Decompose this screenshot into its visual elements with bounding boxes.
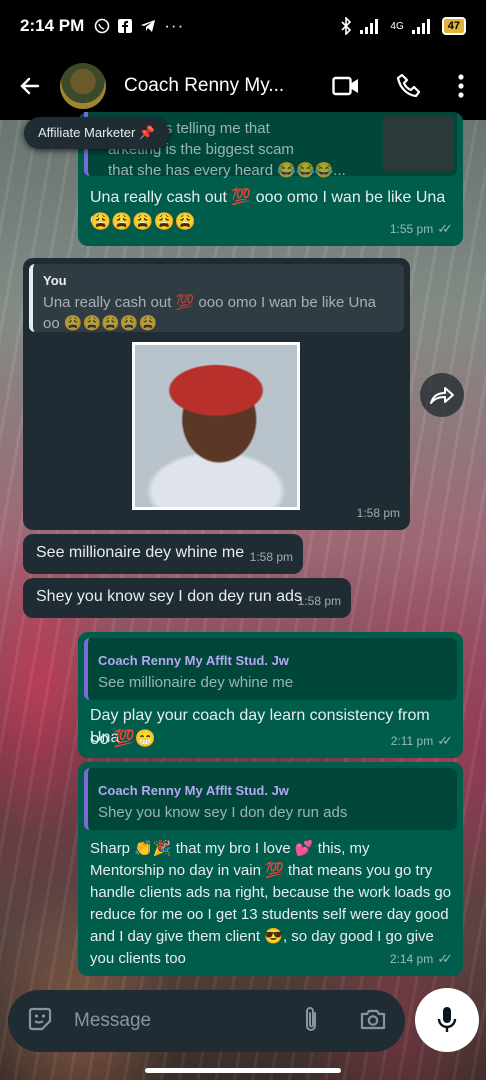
home-indicator[interactable] (145, 1068, 341, 1073)
message-text: Shey you know sey I don dey run ads (36, 588, 302, 605)
message-emoji: 😩😩😩😩😩 (90, 212, 196, 231)
message-meta: 2:14 pm ✓✓ (390, 948, 453, 970)
quoted-text-line: Una really cash out 💯 ooo omo I wan be l… (43, 294, 377, 311)
attach-button[interactable] (303, 1005, 319, 1038)
battery-icon: 47 (441, 17, 466, 35)
bluetooth-icon (341, 17, 352, 35)
message-time: 2:11 pm (390, 734, 434, 748)
message-text: oo 💯😁 (90, 729, 156, 748)
image-attachment[interactable] (132, 342, 300, 510)
message-meta: 1:55 pm ✓✓ (390, 218, 453, 240)
camera-icon (360, 1009, 386, 1029)
back-button[interactable] (0, 74, 60, 98)
chat-header: Coach Renny My... (0, 52, 486, 120)
signal-icon (360, 19, 379, 34)
quoted-text-line: oo 😩😩😩😩😩 (43, 315, 158, 332)
facebook-icon (118, 19, 133, 33)
message-time: 2:14 pm (389, 952, 434, 966)
forward-icon (430, 387, 454, 404)
quoted-message[interactable]: You Una really cash out 💯 ooo omo I wan … (29, 264, 404, 332)
arrow-left-icon (20, 77, 40, 95)
quoted-thumbnail (383, 116, 453, 172)
quoted-author: You (43, 273, 67, 288)
quoted-text: Shey you know sey I don dey run ads (98, 804, 348, 821)
quoted-message[interactable]: Coach Renny My Afflt Stud. Jw See millio… (84, 638, 457, 700)
message-time: 1:58 pm (249, 550, 293, 564)
group-tooltip: Affiliate Marketer 📌 (24, 117, 170, 149)
message-bubble-incoming[interactable]: Shey you know sey I don dey run ads 1:58… (23, 578, 351, 618)
message-input[interactable]: Message (74, 1010, 151, 1032)
contact-name[interactable]: Coach Renny My... (124, 75, 284, 97)
quoted-author: Coach Renny My Afflt Stud. Jw (98, 653, 289, 668)
forward-button[interactable] (420, 373, 464, 417)
message-text-line: reduce for me oo I get 13 students self … (90, 906, 449, 923)
message-text-line: handle clients ads na right, because the… (90, 884, 452, 901)
voice-call-button[interactable] (396, 73, 422, 99)
microphone-icon (437, 1007, 457, 1032)
whatsapp-icon (94, 18, 110, 34)
message-meta: 1:58 pm (298, 590, 341, 612)
video-call-button[interactable] (332, 75, 360, 97)
kebab-menu-icon (458, 74, 464, 98)
paperclip-icon (306, 1006, 316, 1031)
emoji-button[interactable] (26, 1005, 54, 1038)
read-receipt-icon: ✓✓ (437, 951, 453, 966)
system-icons: 4G 47 (340, 17, 466, 35)
message-time: 1:58 pm (356, 506, 400, 520)
message-text-line: Sharp 👏🎉 that my bro I love 💕 this, my (90, 840, 370, 857)
quoted-message[interactable]: Coach Renny My Afflt Stud. Jw Shey you k… (84, 768, 457, 830)
network-type: 4G (390, 20, 404, 32)
message-meta: 2:11 pm ✓✓ (391, 730, 453, 752)
camera-button[interactable] (359, 1007, 387, 1036)
message-text-line: and I day give them client 😎, so day goo… (90, 928, 434, 945)
message-text-line: Mentorship no day in vain 💯 that means y… (90, 862, 433, 879)
message-meta: 1:58 pm (250, 546, 293, 568)
image-content (135, 345, 297, 507)
read-receipt-icon: ✓✓ (437, 733, 453, 748)
message-bubble-incoming[interactable]: See millionaire dey whine me 1:58 pm (23, 534, 303, 574)
more-notifications-icon: ··· (164, 16, 185, 35)
message-bubble-outgoing[interactable]: Coach Renny My Afflt Stud. Jw Shey you k… (78, 762, 463, 976)
message-time: 1:55 pm (389, 222, 434, 236)
video-camera-icon (332, 76, 358, 96)
message-text: See millionaire dey whine me (36, 544, 245, 561)
voice-message-button[interactable] (415, 988, 479, 1052)
contact-avatar[interactable] (60, 63, 106, 109)
telegram-icon (141, 20, 156, 32)
quoted-author: Coach Renny My Afflt Stud. Jw (98, 783, 289, 798)
message-time: 1:58 pm (297, 594, 341, 608)
phone-icon (396, 73, 421, 98)
status-time: 2:14 PM (20, 16, 85, 35)
quoted-text: See millionaire dey whine me (98, 674, 294, 691)
notification-icons: ··· (94, 16, 184, 36)
read-receipt-icon: ✓✓ (437, 221, 453, 236)
message-meta: 1:58 pm (357, 502, 400, 524)
signal-icon-2 (411, 19, 430, 34)
message-bubble-outgoing[interactable]: Coach Renny My Afflt Stud. Jw See millio… (78, 632, 463, 758)
more-options-button[interactable] (458, 74, 464, 98)
status-bar: 2:14 PM ··· 4G 47 (0, 0, 486, 52)
sticker-icon (28, 1007, 52, 1030)
message-composer[interactable]: Message (8, 990, 405, 1052)
